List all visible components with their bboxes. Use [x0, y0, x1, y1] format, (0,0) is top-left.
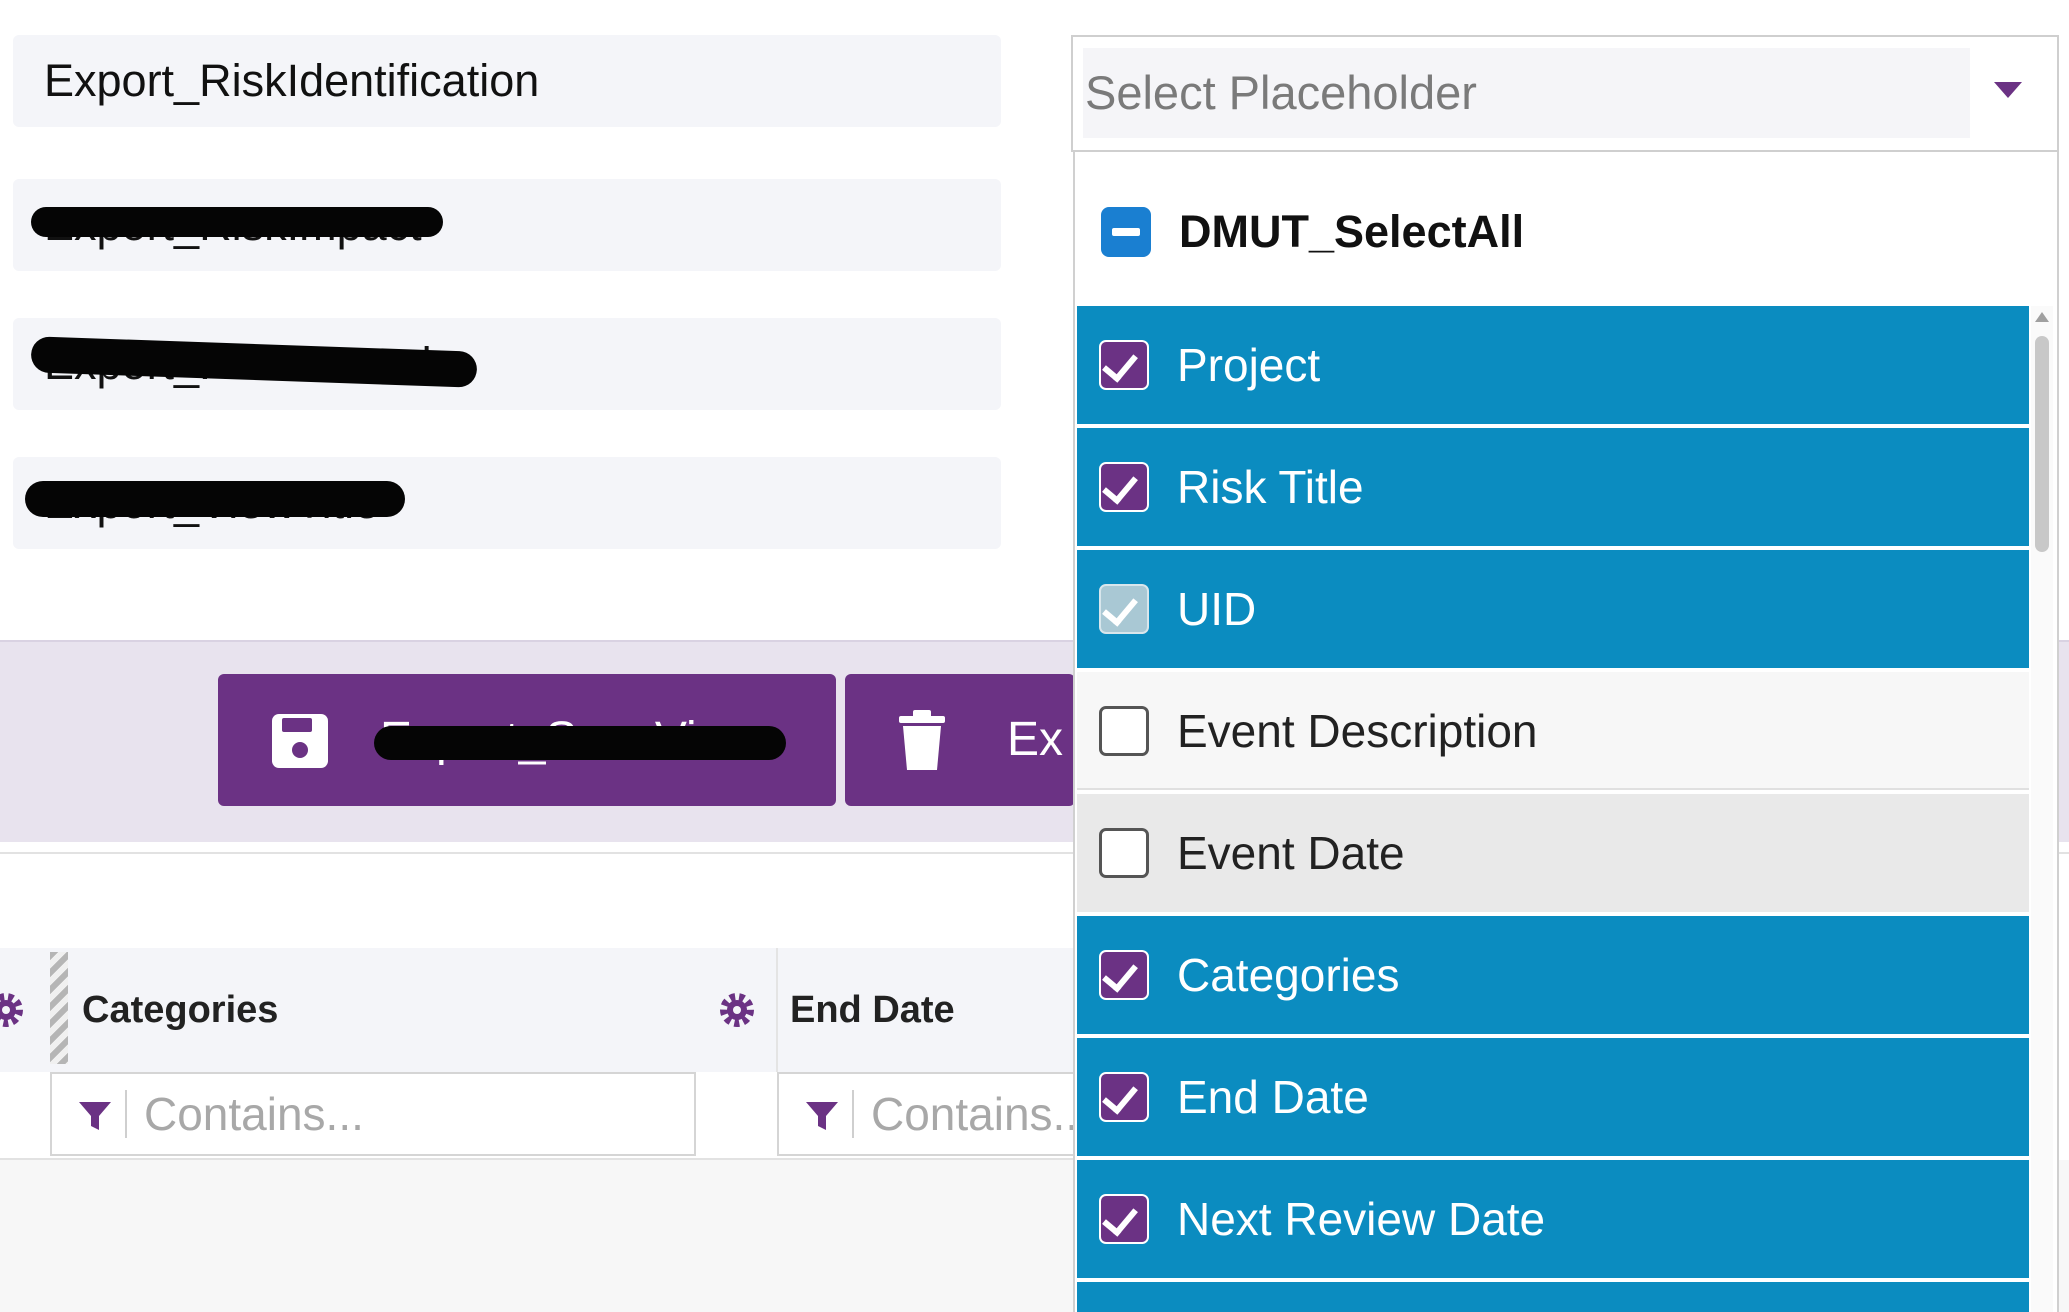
filter-separator — [852, 1090, 854, 1138]
export-field-risk-controls[interactable]: Export_RiskControls — [13, 318, 1001, 410]
checkbox-checked[interactable] — [1099, 950, 1149, 1000]
select-all-checkbox[interactable] — [1101, 207, 1151, 257]
scrollbar-thumb[interactable] — [2035, 336, 2049, 552]
scroll-up-arrow[interactable] — [2035, 312, 2049, 322]
trash-icon — [899, 710, 945, 770]
column-picker-placeholder: Select Placeholder — [1085, 66, 1477, 119]
redaction-mark — [31, 207, 443, 237]
delete-view-label: Ex — [1007, 713, 1064, 766]
column-option-event-description[interactable]: Event Description — [1077, 672, 2029, 790]
option-label: UID — [1177, 583, 1257, 635]
option-label: Next Review Date — [1177, 1193, 1546, 1245]
column-option-uid: UID — [1077, 550, 2029, 668]
select-all-label[interactable]: DMUT_SelectAll — [1179, 192, 1524, 272]
funnel-icon — [806, 1102, 838, 1130]
option-label: Project — [1177, 339, 1321, 391]
redaction-mark — [374, 726, 786, 760]
export-field-risk-impact[interactable]: Export_RiskImpact — [13, 179, 1001, 271]
gear-icon[interactable] — [717, 990, 757, 1030]
export-field-view-title[interactable]: Export_ViewTitle — [13, 457, 1001, 549]
column-header-categories[interactable]: Categories — [82, 948, 278, 1072]
column-option-end-date[interactable]: End Date — [1077, 1038, 2029, 1156]
checkbox-unchecked[interactable] — [1099, 828, 1149, 878]
option-label: Risk Title — [1177, 461, 1364, 513]
gear-icon[interactable] — [0, 990, 26, 1030]
checkbox-checked-disabled — [1099, 584, 1149, 634]
checkbox-checked[interactable] — [1099, 462, 1149, 512]
filter-placeholder: Contains... — [144, 1088, 364, 1140]
column-option-risk-title[interactable]: Risk Title — [1077, 428, 2029, 546]
column-option-next-review-date[interactable]: Next Review Date — [1077, 1160, 2029, 1278]
checkbox-checked[interactable] — [1099, 1194, 1149, 1244]
checkbox-checked[interactable] — [1099, 1072, 1149, 1122]
categories-filter-input[interactable]: Contains... — [50, 1072, 696, 1156]
option-label: Event Date — [1177, 827, 1405, 879]
column-header-end-date[interactable]: End Date — [790, 948, 955, 1072]
column-option-categories[interactable]: Categories — [1077, 916, 2029, 1034]
checkbox-checked[interactable] — [1099, 340, 1149, 390]
column-option-project[interactable]: Project — [1077, 306, 2029, 424]
option-label: End Date — [1177, 1071, 1369, 1123]
checkbox-unchecked[interactable] — [1099, 706, 1149, 756]
save-view-button[interactable]: Export_SaveView — [218, 674, 836, 806]
funnel-icon — [79, 1102, 111, 1130]
option-label: Categories — [1177, 949, 1400, 1001]
delete-view-button[interactable]: Ex — [845, 674, 1075, 806]
export-field-label: Export_RiskIdentification — [44, 55, 540, 106]
end-date-filter-input[interactable]: Contains... — [777, 1072, 1107, 1156]
column-option-event-date[interactable]: Event Date — [1077, 794, 2029, 912]
option-label: Event Description — [1177, 705, 1538, 757]
filter-separator — [125, 1090, 127, 1138]
redaction-mark — [25, 481, 405, 517]
column-resize-handle[interactable] — [50, 952, 68, 1064]
chevron-down-icon[interactable] — [1994, 82, 2022, 98]
floppy-disk-icon — [272, 714, 328, 768]
column-option-partial[interactable] — [1077, 1282, 2029, 1312]
filter-placeholder: Contains... — [871, 1088, 1091, 1140]
export-field-risk-identification[interactable]: Export_RiskIdentification — [13, 35, 1001, 127]
